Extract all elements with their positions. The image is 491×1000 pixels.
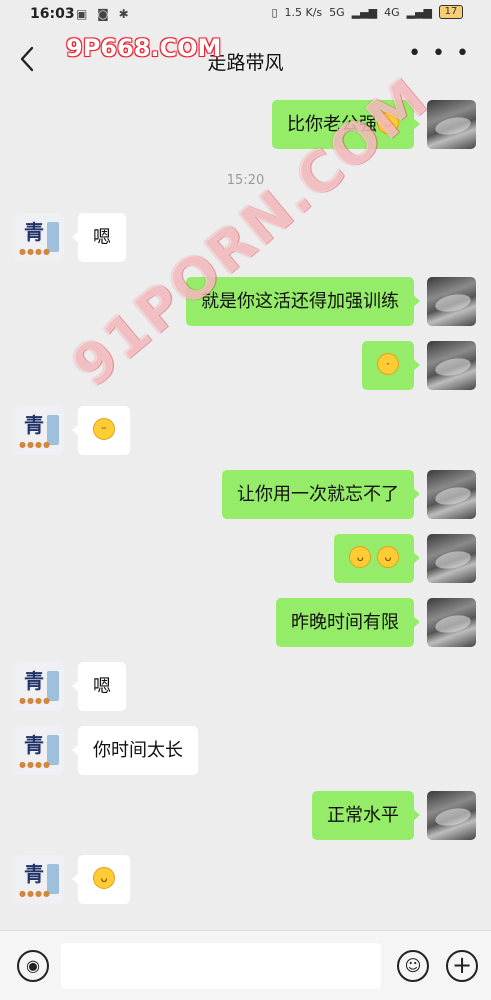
contact-avatar[interactable]: 青 ●●●● bbox=[15, 855, 64, 904]
message-bubble-received[interactable]: ᴗ bbox=[72, 855, 130, 904]
message-bubble-received[interactable]: ᵕ bbox=[72, 406, 130, 455]
message-bubble-sent[interactable]: · bbox=[362, 341, 420, 390]
status-bar: 16:03 ▣ ◙ ✱ ▯ 1.5 K/s 5G ▂▄▆ 4G ▂▄▆ 17 bbox=[0, 0, 491, 32]
message-bubble-sent[interactable]: 正常水平 bbox=[312, 791, 420, 840]
signal-1: 5G bbox=[329, 5, 345, 19]
vibrate-icon: ▯ bbox=[271, 5, 278, 19]
avatar-dots: ●●●● bbox=[19, 760, 51, 769]
my-avatar[interactable] bbox=[427, 341, 476, 390]
avatar-glyph: 青 bbox=[24, 862, 44, 886]
more-dots-icon[interactable]: • • • bbox=[408, 43, 471, 65]
contact-avatar[interactable]: 青 ●●●● bbox=[15, 726, 64, 775]
avatar-glyph: 青 bbox=[24, 733, 44, 757]
contact-avatar[interactable]: 青 ●●●● bbox=[15, 213, 64, 262]
message-bubble-received[interactable]: 你时间太长 bbox=[72, 726, 198, 775]
signal-bars-icon-2: ▂▄▆ bbox=[406, 5, 432, 19]
message-input[interactable] bbox=[61, 943, 381, 989]
signal-2: 4G bbox=[384, 5, 400, 19]
status-icons: ▣ ◙ ✱ bbox=[76, 7, 132, 21]
signal-bars-icon: ▂▄▆ bbox=[351, 5, 378, 19]
my-avatar[interactable] bbox=[427, 277, 476, 326]
laugh-emoji-icon: ᴗ bbox=[93, 867, 115, 889]
message-timestamp: 15:20 bbox=[226, 173, 265, 188]
avatar-dots: ●●●● bbox=[19, 440, 51, 449]
thinking-emoji-icon: · bbox=[377, 353, 399, 375]
message-bubble-received[interactable]: 嗯 bbox=[72, 662, 126, 711]
contact-avatar[interactable]: 青 ●●●● bbox=[15, 662, 64, 711]
chat-input-bar: ◉ ☺ + bbox=[0, 930, 491, 1000]
my-avatar[interactable] bbox=[427, 598, 476, 647]
battery-icon: 17 bbox=[439, 5, 463, 19]
message-bubble-sent[interactable]: ᴗ ᴗ bbox=[334, 534, 420, 583]
watermark-top: 9P668.COM bbox=[66, 34, 222, 62]
avatar-dots: ●●●● bbox=[19, 889, 51, 898]
my-avatar[interactable] bbox=[427, 534, 476, 583]
grin-emoji-icon: ᴗ bbox=[349, 546, 372, 568]
my-avatar[interactable] bbox=[427, 791, 476, 840]
avatar-glyph: 青 bbox=[24, 413, 44, 437]
status-time: 16:03 bbox=[30, 6, 75, 22]
avatar-glyph: 青 bbox=[24, 220, 44, 244]
voice-icon[interactable]: ◉ bbox=[17, 950, 49, 982]
plus-icon[interactable]: + bbox=[446, 950, 478, 982]
avatar-glyph: 青 bbox=[24, 669, 44, 693]
contact-avatar[interactable]: 青 ●●●● bbox=[15, 406, 64, 455]
my-avatar[interactable] bbox=[427, 470, 476, 519]
smile-emoji-icon: ᵕ bbox=[93, 418, 115, 440]
message-bubble-received[interactable]: 嗯 bbox=[72, 213, 126, 262]
message-bubble-sent[interactable]: 让你用一次就忘不了 bbox=[222, 470, 420, 519]
network-speed: 1.5 K/s bbox=[284, 5, 323, 19]
emoji-icon[interactable]: ☺ bbox=[397, 950, 429, 982]
grin-emoji-icon: ᴗ bbox=[377, 546, 399, 568]
message-bubble-sent[interactable]: 昨晚时间有限 bbox=[276, 598, 420, 647]
status-right: ▯ 1.5 K/s 5G ▂▄▆ 4G ▂▄▆ 17 bbox=[271, 5, 463, 19]
avatar-dots: ●●●● bbox=[19, 247, 51, 256]
avatar-dots: ●●●● bbox=[19, 696, 51, 705]
